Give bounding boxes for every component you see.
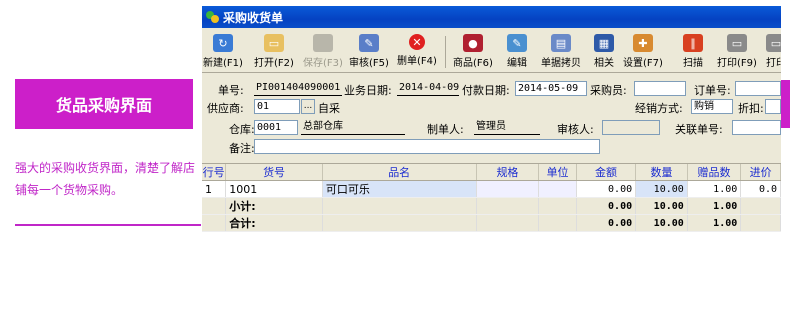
decorative-bar xyxy=(781,80,790,128)
link-field[interactable] xyxy=(732,120,781,135)
total-row: 合计: 0.00 10.00 1.00 xyxy=(202,214,781,232)
col-header[interactable]: 品名 xyxy=(322,164,477,181)
new-doc-icon: ↻ xyxy=(212,34,233,52)
col-header[interactable]: 规格 xyxy=(476,164,540,181)
supplier-label: 供应商: xyxy=(207,102,244,115)
total-gift: 1.00 xyxy=(687,214,742,232)
grid-header: 行号 货号 品名 规格 单位 金额 数量 赠品数 进价 xyxy=(202,164,781,181)
cell-price[interactable]: 0.0 xyxy=(740,180,781,198)
settings-button[interactable]: ✚ 设置(F7) xyxy=(623,34,663,70)
supplier-browse-button[interactable]: ... xyxy=(301,99,315,114)
total-qty: 10.00 xyxy=(635,214,688,232)
items-grid: 行号 货号 品名 规格 单位 金额 数量 赠品数 进价 1 1001 可口可乐 xyxy=(202,163,781,322)
mode-label: 经销方式: xyxy=(635,102,683,115)
title-bar: 采购收货单 xyxy=(202,6,781,28)
subtotal-row: 小计: 0.00 10.00 1.00 xyxy=(202,197,781,215)
biz-date-label: 业务日期: xyxy=(344,84,392,97)
folder-icon: ▭ xyxy=(263,34,284,52)
subtotal-qty: 10.00 xyxy=(635,197,688,215)
purchase-receipt-window: 采购收货单 ↻ 新建(F1) ▭ 打开(F2) 保存(F3) ✎ 审核(F5) … xyxy=(202,6,781,322)
toolbar: ↻ 新建(F1) ▭ 打开(F2) 保存(F3) ✎ 审核(F5) ✕ 删单(F… xyxy=(202,30,781,73)
settings-icon: ✚ xyxy=(632,34,653,52)
cell-unit[interactable] xyxy=(538,180,577,198)
related-button[interactable]: ▦ 相关 xyxy=(594,34,614,70)
promo-title: 货品采购界面 xyxy=(15,79,193,129)
copy-icon: ▤ xyxy=(551,34,571,52)
grid-icon: ▦ xyxy=(594,34,614,52)
auditor-field xyxy=(602,120,660,135)
new-button[interactable]: ↻ 新建(F1) xyxy=(203,34,243,70)
orderno-label: 订单号: xyxy=(694,84,731,97)
subtotal-amount: 0.00 xyxy=(576,197,637,215)
save-icon xyxy=(312,34,333,52)
discount-label: 折扣: xyxy=(738,102,764,115)
col-header[interactable]: 货号 xyxy=(225,164,323,181)
subtotal-gift: 1.00 xyxy=(687,197,742,215)
cell-spec[interactable] xyxy=(476,180,540,198)
cell-qty[interactable]: 10.00 xyxy=(635,180,688,198)
subtotal-label: 小计: xyxy=(225,197,323,215)
window-title: 采购收货单 xyxy=(223,10,284,25)
remark-label: 备注: xyxy=(229,142,255,155)
col-header[interactable]: 赠品数 xyxy=(687,164,742,181)
cell-gift[interactable]: 1.00 xyxy=(687,180,742,198)
edit-icon: ✎ xyxy=(507,34,527,52)
table-row[interactable]: 1 1001 可口可乐 0.00 10.00 1.00 0.0 xyxy=(202,180,781,198)
promo-description: 强大的采购收货界面，清楚了解店铺每一个货物采购。 xyxy=(15,161,196,197)
col-header[interactable]: 进价 xyxy=(740,164,781,181)
promo-divider xyxy=(15,224,201,226)
printer-icon: ▭ xyxy=(726,34,747,52)
mode-field[interactable]: 购销 xyxy=(691,99,733,114)
col-header[interactable]: 金额 xyxy=(576,164,637,181)
scan-button[interactable]: ∥ 扫描 xyxy=(683,34,703,70)
col-header[interactable]: 行号 xyxy=(202,164,227,181)
biz-date-field[interactable]: 2014-04-09 xyxy=(397,81,459,96)
cell-amount[interactable]: 0.00 xyxy=(576,180,637,198)
print-button-2[interactable]: ▭ 打印 xyxy=(766,34,781,70)
auditor-label: 审核人: xyxy=(557,123,594,136)
maker-label: 制单人: xyxy=(427,123,464,136)
total-label: 合计: xyxy=(225,214,323,232)
discount-field[interactable] xyxy=(765,99,781,114)
cell-line[interactable]: 1 xyxy=(202,180,227,198)
col-header[interactable]: 数量 xyxy=(635,164,688,181)
open-button[interactable]: ▭ 打开(F2) xyxy=(254,34,294,70)
goods-button[interactable]: ● 商品(F6) xyxy=(453,34,493,70)
header-form: 单号: PI001404090001 业务日期: 2014-04-09 付款日期… xyxy=(202,74,781,162)
delete-button[interactable]: ✕ 删单(F4) xyxy=(397,34,437,70)
order-no-field: PI001404090001 xyxy=(254,81,342,96)
maker-field: 管理员 xyxy=(474,120,540,135)
warehouse-code-field[interactable]: 0001 xyxy=(254,120,298,135)
buyer-field[interactable] xyxy=(634,81,686,96)
scan-icon: ∥ xyxy=(683,34,703,52)
save-button[interactable]: 保存(F3) xyxy=(303,34,343,70)
cell-name[interactable]: 可口可乐 xyxy=(322,180,477,198)
link-label: 关联单号: xyxy=(675,123,723,136)
edit-button[interactable]: ✎ 编辑 xyxy=(507,34,527,70)
col-header[interactable]: 单位 xyxy=(538,164,577,181)
audit-icon: ✎ xyxy=(358,34,379,52)
supplier-name: 自采 xyxy=(318,102,340,115)
supplier-code-field[interactable]: 01 xyxy=(254,99,300,114)
warehouse-name-field: 总部仓库 xyxy=(301,120,405,135)
warehouse-label: 仓库: xyxy=(229,123,255,136)
pay-date-label: 付款日期: xyxy=(462,84,510,97)
print-button[interactable]: ▭ 打印(F9) xyxy=(717,34,757,70)
order-no-label: 单号: xyxy=(218,84,244,97)
orderno-field[interactable] xyxy=(735,81,781,96)
delete-icon: ✕ xyxy=(408,34,425,50)
remark-field[interactable] xyxy=(254,139,600,154)
pay-date-field[interactable]: 2014-05-09 xyxy=(515,81,587,96)
buyer-label: 采购员: xyxy=(590,84,627,97)
cell-code[interactable]: 1001 xyxy=(225,180,323,198)
items-table: 行号 货号 品名 规格 单位 金额 数量 赠品数 进价 1 1001 可口可乐 xyxy=(202,164,781,232)
app-icon xyxy=(205,10,219,24)
cherry-icon: ● xyxy=(462,34,483,52)
copy-button[interactable]: ▤ 单据拷贝 xyxy=(541,34,581,70)
printer-icon: ▭ xyxy=(766,34,781,52)
total-amount: 0.00 xyxy=(576,214,637,232)
audit-button[interactable]: ✎ 审核(F5) xyxy=(349,34,389,70)
